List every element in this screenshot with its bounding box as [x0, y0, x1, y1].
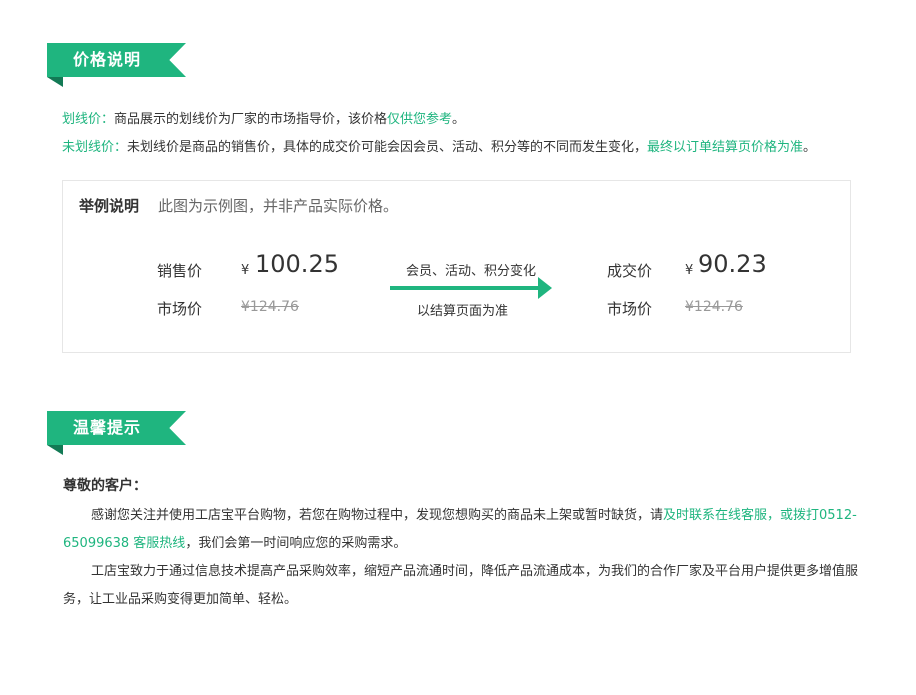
market-price-label: 市场价	[157, 300, 203, 318]
tips-paragraph-1: 感谢您关注并使用工店宝平台购物，若您在购物过程中，发现您想购买的商品未上架或暂时…	[63, 502, 869, 558]
sale-price-yen: ¥	[241, 263, 250, 278]
deal-price-label: 成交价	[607, 262, 653, 280]
market-price-label-right: 市场价	[607, 300, 653, 318]
arrow-bottom-text: 以结算页面为准	[417, 304, 509, 319]
tips-para1-end: ，我们会第一时间响应您的采购需求。	[185, 536, 407, 551]
deal-price-yen: ¥	[685, 263, 694, 278]
tips-para1-text: 感谢您关注并使用工店宝平台购物，若您在购物过程中，发现您想购买的商品未上架或暂时…	[91, 508, 664, 523]
strikethrough-price-highlight: 仅供您参考	[387, 112, 453, 127]
example-desc: 此图为示例图，并非产品实际价格。	[158, 197, 399, 215]
greeting: 尊敬的客户：	[63, 478, 147, 494]
line-end: 。	[803, 140, 817, 155]
tips-section-ribbon: 温馨提示	[47, 411, 186, 445]
non-strikethrough-price-line: 未划线价：未划线价是商品的销售价，具体的成交价可能会因会员、活动、积分等的不同而…	[62, 136, 816, 155]
price-section-ribbon: 价格说明	[47, 43, 186, 77]
strikethrough-price-label: 划线价：	[62, 112, 115, 127]
tips-section-title: 温馨提示	[73, 418, 142, 437]
market-price-value: ¥124.76	[241, 299, 299, 315]
tips-paragraph-2: 工店宝致力于通过信息技术提高产品采购效率，缩短产品流通时间，降低产品流通成本，为…	[63, 564, 859, 607]
ribbon-fold	[47, 77, 63, 87]
example-box: 举例说明 此图为示例图，并非产品实际价格。 销售价 ¥ 100.25 市场价 ¥…	[62, 180, 851, 353]
non-strikethrough-price-highlight: 最终以订单结算页价格为准	[647, 140, 804, 155]
sale-price-value: 100.25	[255, 250, 339, 278]
deal-price-value: 90.23	[698, 250, 767, 278]
arrow-right-icon	[390, 277, 552, 299]
example-title: 举例说明	[79, 197, 140, 215]
strikethrough-price-text: 商品展示的划线价为厂家的市场指导价，该价格	[114, 112, 388, 127]
ribbon-fold	[47, 445, 63, 455]
strikethrough-price-line: 划线价：商品展示的划线价为厂家的市场指导价，该价格仅供您参考。	[62, 108, 465, 127]
non-strikethrough-price-label: 未划线价：	[62, 140, 128, 155]
market-price-value-right: ¥124.76	[685, 299, 743, 315]
price-section-title: 价格说明	[73, 50, 142, 69]
sale-price-label: 销售价	[157, 262, 203, 280]
non-strikethrough-price-text: 未划线价是商品的销售价，具体的成交价可能会因会员、活动、积分等的不同而发生变化，	[127, 140, 648, 155]
line-end: 。	[452, 112, 466, 127]
